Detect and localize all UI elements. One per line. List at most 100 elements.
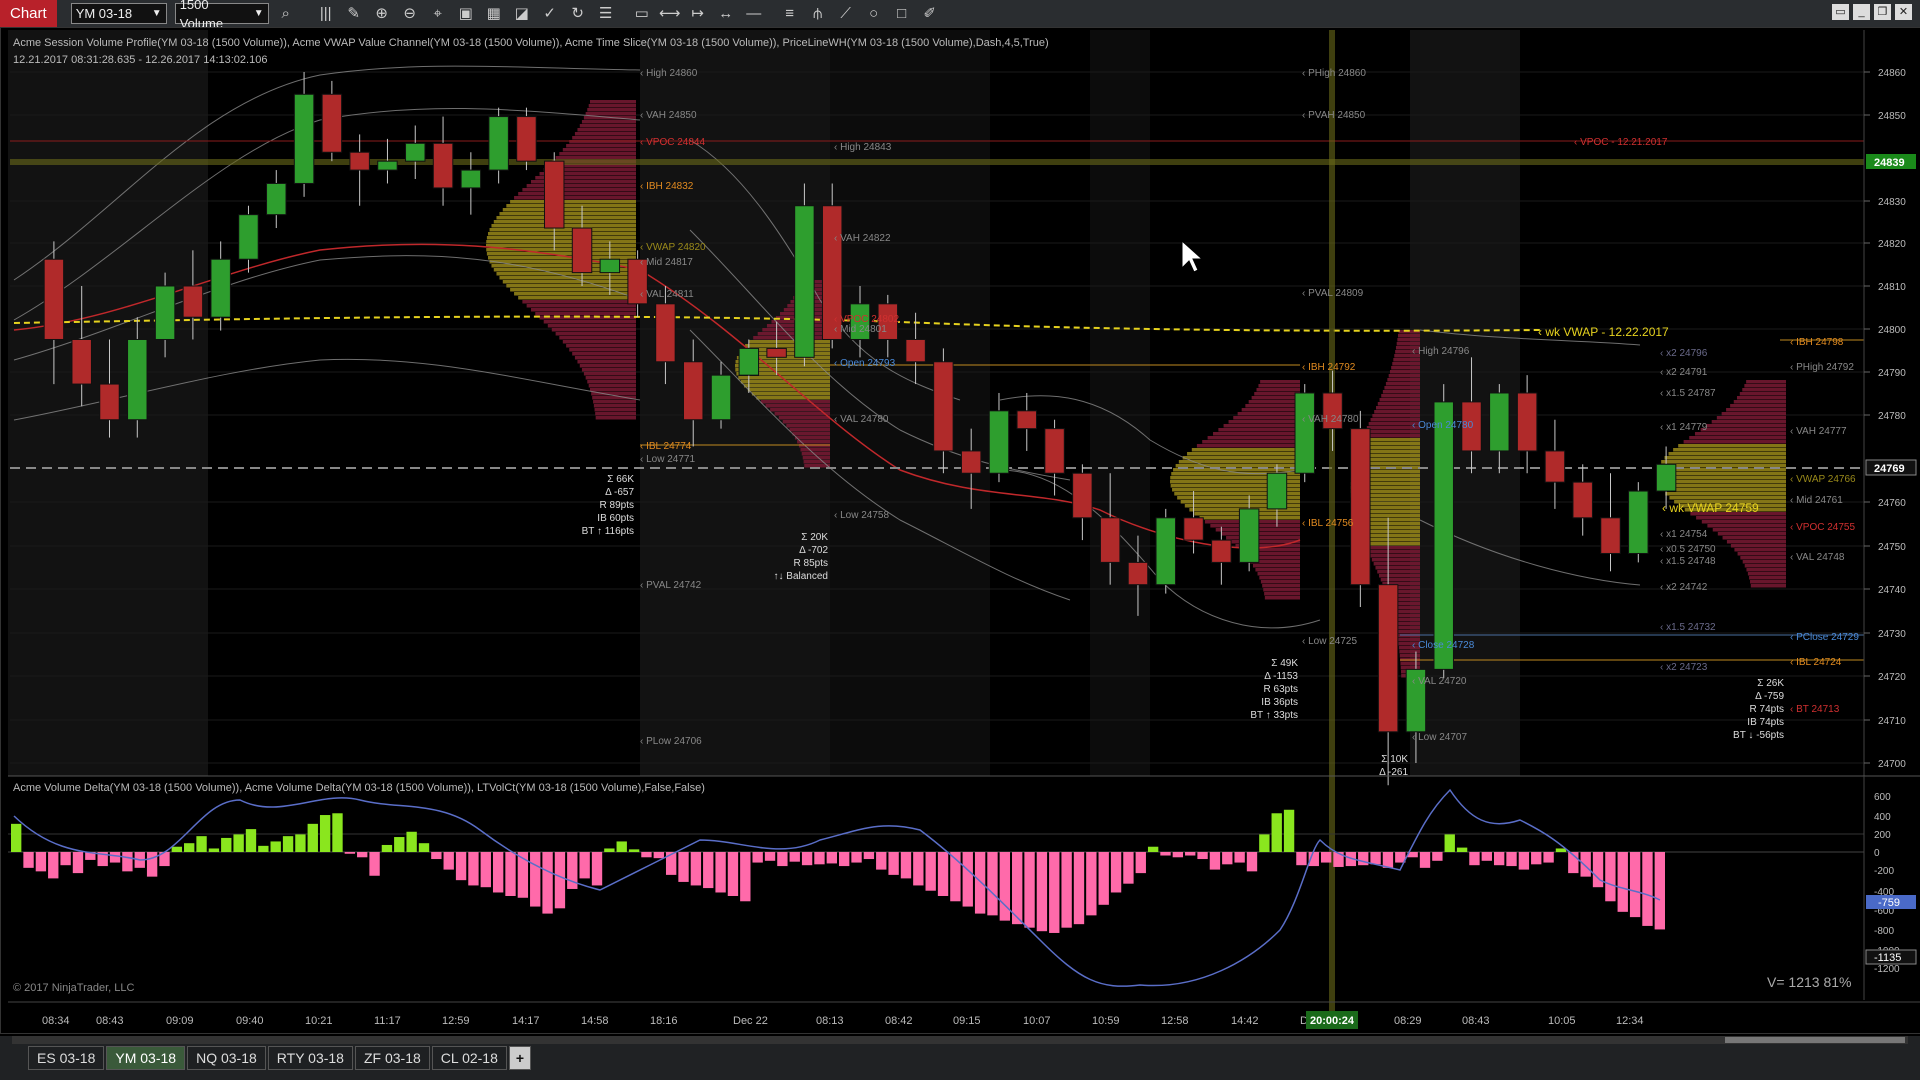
horizontal-scrollbar[interactable] [12,1036,1908,1044]
profile-bar [1256,388,1300,392]
delta-bar [1246,852,1258,872]
delta-bar [690,852,702,886]
chart-canvas[interactable]: 24860 24850 24830 24820 24810 24800 24790 24780… [0,0,1920,1036]
price-tick: 24720 [1878,672,1906,683]
candle-body [460,169,482,189]
candle-body [933,361,954,452]
delta-bar [678,852,689,882]
instrument-tab[interactable]: NQ 03-18 [187,1046,266,1070]
level-label: ‹ VWAP 24766 [1790,474,1856,485]
profile-bar [530,308,636,312]
profile-bar [579,124,636,128]
profile-bar [1377,570,1420,574]
candle-body [1238,508,1260,563]
delta-bar [394,837,405,852]
profile-bar [1263,588,1300,592]
candle-body [182,285,204,318]
delta-bar [554,852,566,909]
delta-bar [1629,852,1641,918]
instrument-tab[interactable]: ZF 03-18 [354,1046,430,1070]
level-label: ‹ PHigh 24792 [1790,362,1854,373]
candle-body [682,361,704,421]
candle-body [1628,490,1649,554]
candle-body [544,160,565,229]
instrument-tab[interactable]: ES 03-18 [28,1046,105,1070]
delta-bar [727,852,739,896]
profile-bar [522,300,636,304]
instrument-tab[interactable]: CL 02-18 [431,1046,507,1070]
profile-bar [756,396,830,400]
profile-bar [583,372,636,376]
delta-bar [282,836,294,852]
candle-body [1377,584,1399,733]
profile-bar [1730,544,1786,548]
scrollbar-thumb[interactable] [1725,1037,1905,1043]
time-tick: 14:42 [1231,1015,1259,1027]
profile-bar [1381,394,1420,398]
delta-bar [1086,852,1097,916]
candle-body [655,303,676,363]
delta-bar [1197,852,1208,860]
last-price-label: 24769 [1874,463,1905,475]
price-tick: 24780 [1878,411,1906,422]
profile-bar [499,212,636,216]
profile-bar [1258,384,1300,388]
profile-bar [590,388,636,392]
candle-body [488,116,509,171]
delta-bar [1469,852,1480,866]
profile-bar [1689,436,1786,440]
profile-bar [1721,412,1786,416]
profile-bar [1747,572,1786,576]
instrument-tab[interactable]: RTY 03-18 [267,1046,353,1070]
price-tick: 24800 [1878,325,1906,336]
profile-bar [518,192,636,196]
delta-bar [1605,852,1616,902]
price-tick: 24850 [1878,111,1906,122]
profile-bar [1744,384,1786,388]
profile-bar [1245,404,1300,408]
profile-bar [1694,432,1786,436]
instrument-tab[interactable]: YM 03-18 [106,1046,186,1070]
level-label: ‹ Low 24707 [1412,732,1467,743]
delta-bar [591,852,603,886]
level-label: ‹ Low 24758 [834,510,889,521]
profile-bar [559,336,636,340]
profile-bar [1371,558,1420,562]
candle-body [1489,392,1510,452]
profile-bar [1716,416,1786,420]
delta-bar [1654,852,1665,930]
main-panel-header: Acme Session Volume Profile(YM 03-18 (15… [13,37,1049,49]
level-label: ‹ VAL 24748 [1790,552,1845,563]
delta-bar [839,852,850,867]
profile-bar [1376,406,1420,410]
profile-bar [486,240,636,244]
profile-bar [566,144,636,148]
delta-bar [1358,852,1369,866]
level-label: ‹ VAL 24811 [640,289,694,300]
delta-bar [122,852,133,872]
delta-bar [1073,852,1085,925]
add-tab-button[interactable]: + [508,1046,532,1070]
candle-body [1294,392,1315,474]
delta-bar [1283,809,1295,852]
level-label: ‹ VAH 24850 [640,110,697,121]
delta-bar [876,852,887,870]
profile-bar [1388,374,1420,378]
profile-bar [1379,398,1420,402]
profile-bar [1739,392,1786,396]
profile-bar [1673,448,1786,452]
delta-bar [35,852,47,872]
profile-bar [1202,440,1300,444]
time-tick: Dec 22 [733,1015,768,1027]
profile-bar [588,104,636,108]
profile-bar [1661,488,1786,492]
delta-bar [1419,852,1431,868]
main-panel-range: 12.21.2017 08:31:28.635 - 12.26.2017 14:… [13,54,268,66]
candle-body [1155,517,1176,586]
profile-bar [1380,578,1420,582]
delta-bar [542,852,553,914]
profile-bar [803,460,830,464]
delta-bar [764,852,776,861]
level-label: ‹ Low 24771 [640,454,695,465]
level-label: ‹ VAH 24822 [834,233,891,244]
